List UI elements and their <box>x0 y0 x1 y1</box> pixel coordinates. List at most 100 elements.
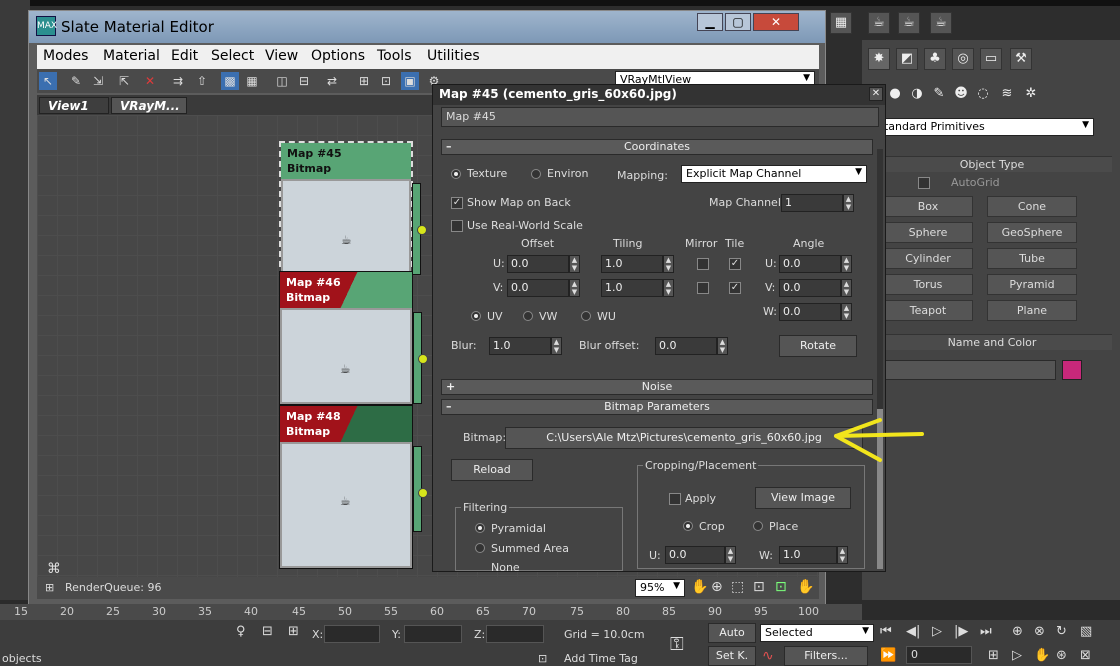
u-tile-checkbox[interactable]: ✓ <box>729 258 741 270</box>
zoom-viewport-icon[interactable]: ⊕ <box>1012 624 1023 639</box>
tube-button[interactable]: Tube <box>987 248 1077 269</box>
move-children-icon[interactable]: ⇉ <box>169 72 187 90</box>
hide-unused-icon[interactable]: ⇧ <box>193 72 211 90</box>
object-color-swatch[interactable] <box>1062 360 1082 380</box>
create-tab-icon[interactable]: ✸ <box>868 48 890 70</box>
absolute-mode-icon[interactable]: ⊞ <box>288 624 299 639</box>
select-arrow-icon[interactable]: ↖ <box>39 72 57 90</box>
menu-utilities[interactable]: Utilities <box>427 48 480 64</box>
v-offset-field[interactable]: 0.0 <box>507 279 569 297</box>
z-coordinate-field[interactable] <box>486 625 544 643</box>
lights-icon[interactable]: ✎ <box>928 84 950 106</box>
field-of-view-icon[interactable]: ▧ <box>1080 624 1092 639</box>
node-map-46[interactable]: Map #46 Bitmap ☕ <box>279 271 428 405</box>
cone-button[interactable]: Cone <box>987 196 1077 217</box>
u-tiling-field[interactable]: 1.0 <box>601 255 663 273</box>
name-and-color-rollout[interactable]: Name and Color <box>872 334 1112 350</box>
slate-editor-icon[interactable]: ▦ <box>830 12 852 34</box>
next-frame-icon[interactable]: |▶ <box>954 624 968 639</box>
zoom-icon[interactable]: ⊕ <box>711 579 723 595</box>
blur-offset-field[interactable]: 0.0 <box>655 337 717 355</box>
systems-icon[interactable]: ✲ <box>1020 84 1042 106</box>
hierarchy-tab-icon[interactable]: ♣ <box>924 48 946 70</box>
shapes-icon[interactable]: ◑ <box>906 84 928 106</box>
output-port[interactable] <box>418 354 428 364</box>
u-offset-field[interactable]: 0.0 <box>507 255 569 273</box>
layout-children-icon[interactable]: ⊟ <box>295 72 313 90</box>
bitmap-parameters-rollout[interactable]: – Bitmap Parameters <box>441 399 873 415</box>
box-button[interactable]: Box <box>883 196 973 217</box>
lock-selection-icon[interactable]: ♀ <box>236 624 246 639</box>
selection-set-dropdown[interactable]: Selected ▼ <box>760 624 874 642</box>
goto-start-icon[interactable]: ⏮ <box>880 624 892 639</box>
texture-radio[interactable] <box>451 169 461 179</box>
key-icon[interactable]: ⚿ <box>670 634 684 655</box>
apply-checkbox[interactable] <box>669 493 681 505</box>
coordinates-rollout[interactable]: – Coordinates <box>441 139 873 155</box>
menu-select[interactable]: Select <box>211 48 254 64</box>
x-coordinate-field[interactable] <box>324 625 380 643</box>
v-tiling-field[interactable]: 1.0 <box>601 279 663 297</box>
timeline-ruler[interactable]: 15 20 25 30 35 40 45 50 55 60 65 70 75 8… <box>0 604 862 620</box>
v-angle-field[interactable]: 0.0 <box>779 279 841 297</box>
zoom-extents-selected-icon[interactable]: ⊡ <box>775 579 787 595</box>
object-type-rollout[interactable]: Object Type <box>872 156 1112 172</box>
w-angle-field[interactable]: 0.0 <box>779 303 841 321</box>
motion-tab-icon[interactable]: ◎ <box>952 48 974 70</box>
filters-button[interactable]: Filters... <box>784 646 868 666</box>
v-tile-checkbox[interactable]: ✓ <box>729 282 741 294</box>
v-offset-spinner[interactable]: ▲ ▼ <box>569 279 580 297</box>
pick-material-icon[interactable]: ✎ <box>67 72 85 90</box>
show-background-icon[interactable]: ▦ <box>243 72 261 90</box>
torus-button[interactable]: Torus <box>883 274 973 295</box>
time-config-icon[interactable]: ⊞ <box>988 648 999 663</box>
menu-edit[interactable]: Edit <box>171 48 198 64</box>
crop-radio[interactable] <box>683 521 693 531</box>
display-tab-icon[interactable]: ▭ <box>980 48 1002 70</box>
primitive-category-dropdown[interactable]: Standard Primitives ▼ <box>872 118 1094 136</box>
show-map-on-back-checkbox[interactable]: ✓ <box>451 197 463 209</box>
parameter-editor-icon[interactable]: ⊞ <box>355 72 373 90</box>
reload-button[interactable]: Reload <box>451 459 533 481</box>
v-angle-spinner[interactable]: ▲ ▼ <box>841 279 852 297</box>
zoom-dropdown[interactable]: 95% ▼ <box>635 579 685 597</box>
maximize-button[interactable]: ▢ <box>725 13 751 31</box>
helpers-icon[interactable]: ◌ <box>972 84 994 106</box>
show-parameter-panel-icon[interactable]: ▣ <box>401 72 419 90</box>
zoom-region-icon[interactable]: ⬚ <box>731 579 744 595</box>
zoom-extents-icon[interactable]: ⊡ <box>753 579 765 595</box>
pyramidal-radio[interactable] <box>475 523 485 533</box>
show-map-in-viewport-icon[interactable]: ▩ <box>221 72 239 90</box>
layout-all-icon[interactable]: ◫ <box>273 72 291 90</box>
pan-hand-icon[interactable]: ✋ <box>1034 648 1050 663</box>
modify-tab-icon[interactable]: ◩ <box>896 48 918 70</box>
key-filter-icon[interactable]: ∿ <box>762 648 774 664</box>
bitmap-path-button[interactable]: C:\Users\Ale Mtz\Pictures\cemento_gris_6… <box>505 427 863 449</box>
dialog-title[interactable]: Map #45 (cemento_gris_60x60.jpg) <box>433 85 885 105</box>
geometry-icon[interactable]: ● <box>884 84 906 106</box>
place-radio[interactable] <box>753 521 763 531</box>
u-tiling-spinner[interactable]: ▲ ▼ <box>663 255 674 273</box>
binoculars-icon[interactable]: ⌘ <box>47 561 61 577</box>
view-image-button[interactable]: View Image <box>755 487 851 509</box>
v-mirror-checkbox[interactable] <box>697 282 709 294</box>
output-port[interactable] <box>418 488 428 498</box>
mapping-dropdown[interactable]: Explicit Map Channel ▼ <box>681 165 867 183</box>
pan-hand-icon[interactable]: ✋ <box>691 579 708 595</box>
vw-radio[interactable] <box>523 311 533 321</box>
key-mode-icon[interactable]: ⏩ <box>880 648 896 663</box>
v-tiling-spinner[interactable]: ▲ ▼ <box>663 279 674 297</box>
current-frame-field[interactable]: 0 <box>906 646 972 664</box>
cylinder-button[interactable]: Cylinder <box>883 248 973 269</box>
add-time-tag[interactable]: Add Time Tag <box>564 652 638 665</box>
menu-modes[interactable]: Modes <box>43 48 88 64</box>
noise-rollout[interactable]: + Noise <box>441 379 873 395</box>
goto-end-icon[interactable]: ⏭ <box>980 624 992 639</box>
output-port[interactable] <box>417 225 427 235</box>
cameras-icon[interactable]: ☻ <box>950 84 972 106</box>
play-icon[interactable]: ▷ <box>932 624 942 639</box>
close-icon[interactable]: ✕ <box>869 87 883 101</box>
menu-options[interactable]: Options <box>311 48 365 64</box>
real-world-scale-checkbox[interactable] <box>451 220 463 232</box>
menu-view[interactable]: View <box>265 48 298 64</box>
